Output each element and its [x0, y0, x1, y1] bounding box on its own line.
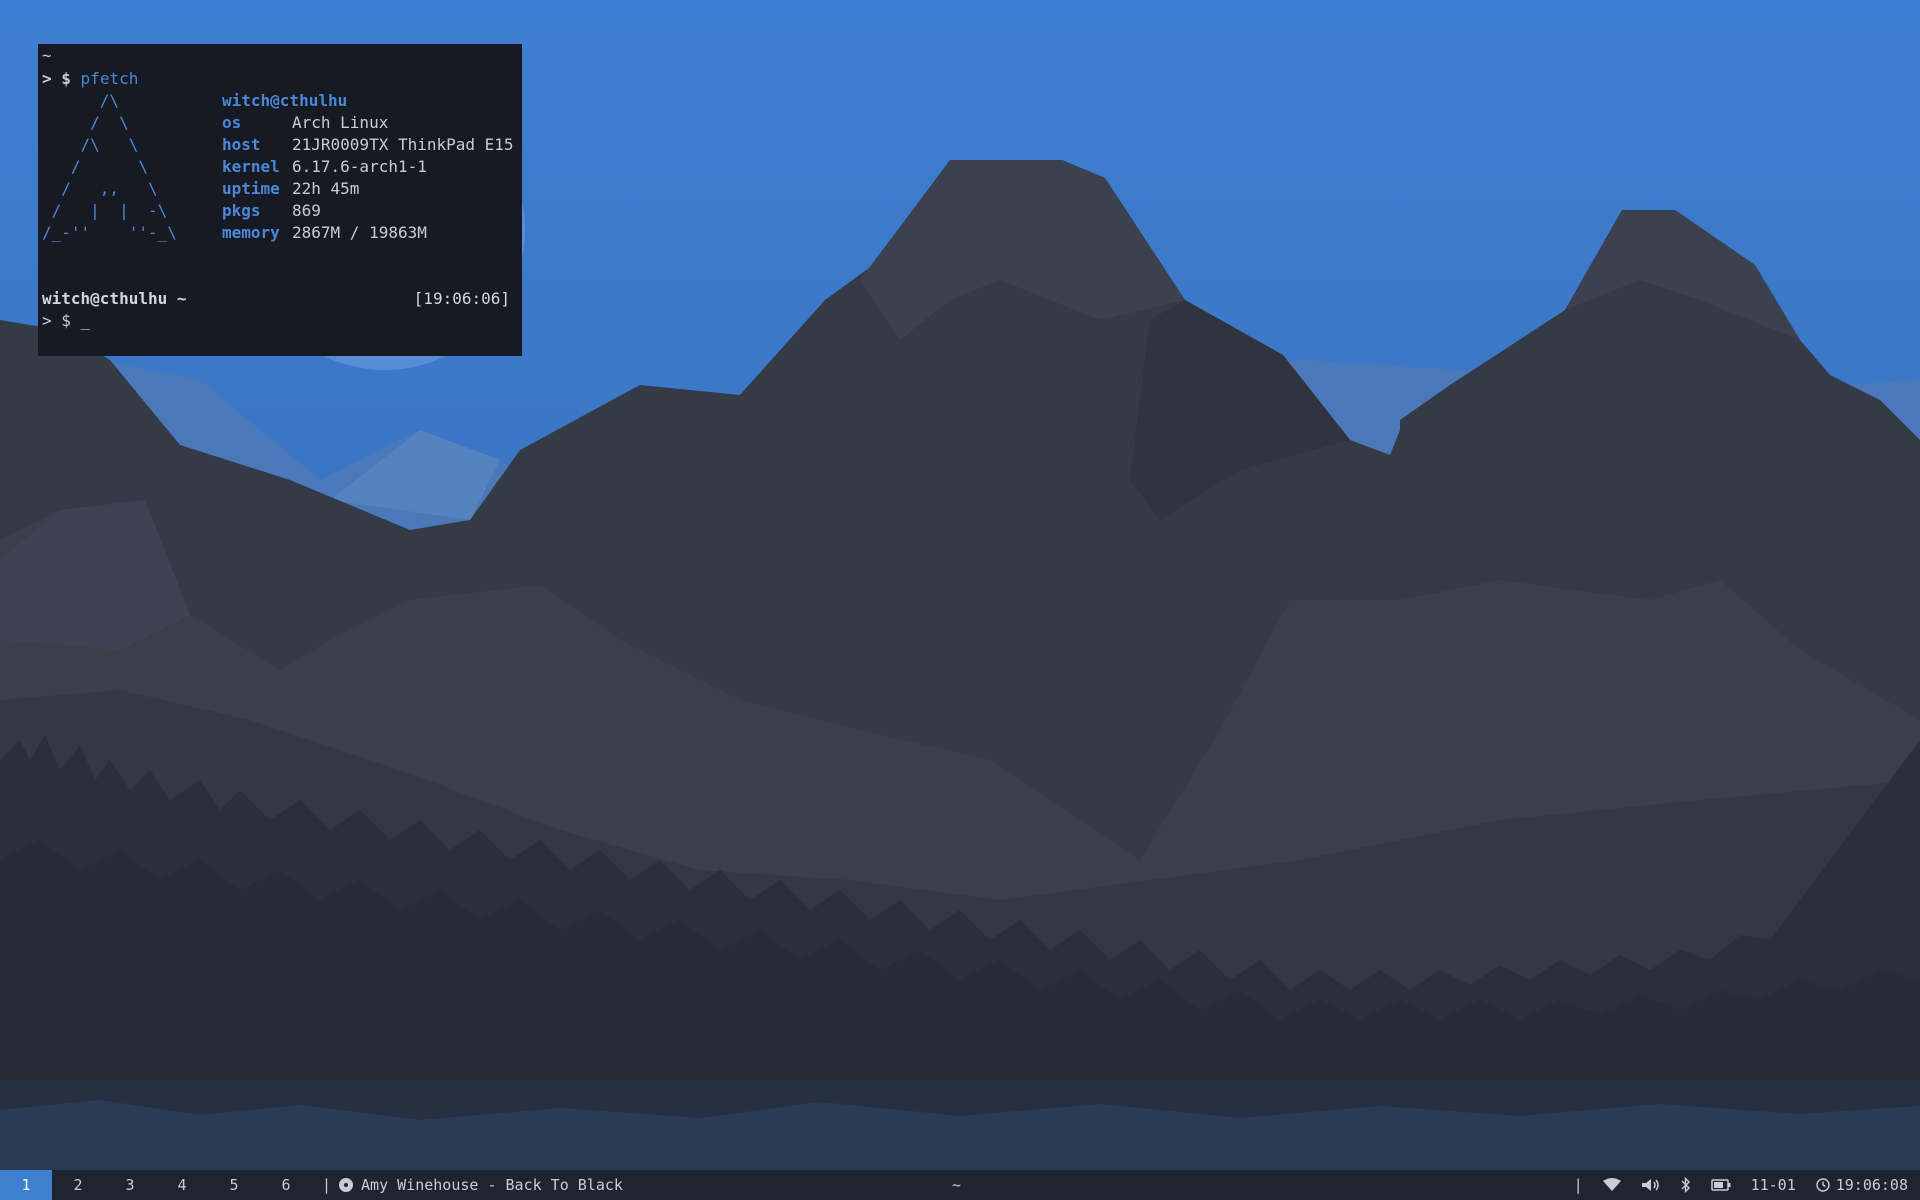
arch-logo-ascii: /\ / \ /\ \ / \ / ,, \ / | | -\ /_-'' ''…	[42, 91, 177, 242]
separator: |	[322, 1176, 332, 1194]
command-text: pfetch	[80, 69, 139, 88]
info-value: Arch Linux	[292, 113, 389, 132]
info-key: pkgs	[222, 201, 261, 220]
separator: |	[1573, 1176, 1583, 1194]
terminal-title: ~	[42, 46, 52, 65]
info-value: 6.17.6-arch1-1	[292, 157, 427, 176]
workspace-6[interactable]: 6	[260, 1170, 312, 1200]
workspace-3[interactable]: 3	[104, 1170, 156, 1200]
info-key: os	[222, 113, 242, 132]
now-playing[interactable]: Amy Winehouse - Back To Black	[361, 1176, 623, 1194]
info-row: os Arch Linux	[222, 112, 514, 134]
info-value: 21JR0009TX ThinkPad E15	[292, 135, 514, 154]
info-value: 2867M / 19863M	[292, 223, 427, 242]
info-row: memory 2867M / 19863M	[222, 222, 514, 244]
info-value: 869	[292, 201, 321, 220]
workspace-4[interactable]: 4	[156, 1170, 208, 1200]
user-host: witch@cthulhu	[222, 91, 348, 110]
taskbar: 1 2 3 4 5 6 | Amy Winehouse - Back To Bl…	[0, 1170, 1920, 1200]
workspace-2[interactable]: 2	[52, 1170, 104, 1200]
info-key: memory	[222, 223, 280, 242]
pfetch-output: /\ / \ /\ \ / \ / ,, \ / | | -\ /_-'' ''…	[42, 90, 518, 266]
workspace-1[interactable]: 1	[0, 1170, 52, 1200]
info-row: pkgs 869	[222, 200, 514, 222]
prompt-user-dir: witch@cthulhu ~	[42, 289, 187, 308]
shell-prompt: witch@cthulhu ~ [19:06:06]	[42, 288, 518, 310]
clock-icon	[1816, 1178, 1830, 1192]
info-value: 22h 45m	[292, 179, 360, 198]
date[interactable]: 11-01	[1751, 1176, 1796, 1194]
info-row: kernel 6.17.6-arch1-1	[222, 156, 514, 178]
battery-icon[interactable]	[1710, 1179, 1731, 1191]
pfetch-info: witch@cthulhu os Arch Linux host 21JR0009T…	[222, 90, 514, 244]
music-icon	[339, 1178, 354, 1192]
bluetooth-icon[interactable]	[1681, 1177, 1691, 1193]
terminal-window[interactable]: ~ > $ pfetch /\ / \ /\ \ / \ / ,, \ / | …	[38, 44, 522, 356]
info-key: host	[222, 135, 261, 154]
workspace-5[interactable]: 5	[208, 1170, 260, 1200]
clock-time: 19:06:08	[1835, 1176, 1908, 1194]
desktop: ~ > $ pfetch /\ / \ /\ \ / \ / ,, \ / | …	[0, 0, 1920, 1200]
window-title: ~	[952, 1176, 962, 1194]
volume-icon[interactable]	[1641, 1178, 1661, 1192]
info-row: host 21JR0009TX ThinkPad E15	[222, 134, 514, 156]
command-prompt: > $	[42, 69, 71, 88]
command-line: > $ pfetch	[42, 68, 518, 90]
input-line[interactable]: > $ _	[42, 310, 518, 332]
info-key: kernel	[222, 157, 280, 176]
prompt-timestamp: [19:06:06]	[413, 289, 510, 308]
info-row: uptime 22h 45m	[222, 178, 514, 200]
system-tray: | 11-01 19:06:08	[1574, 1170, 1920, 1200]
clock[interactable]: 19:06:08	[1816, 1176, 1908, 1194]
wifi-icon[interactable]	[1602, 1178, 1621, 1192]
info-key: uptime	[222, 179, 280, 198]
